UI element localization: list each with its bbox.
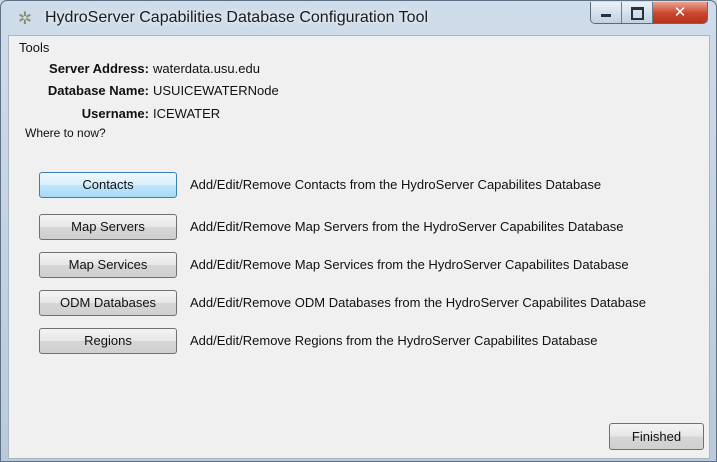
- server-address-label: Server Address:: [49, 61, 149, 76]
- database-name-label: Database Name:: [47, 83, 149, 98]
- username-value: ICEWATER: [153, 106, 221, 121]
- finished-button[interactable]: Finished: [609, 423, 704, 450]
- close-button[interactable]: ✕: [653, 2, 707, 23]
- maximize-button[interactable]: [622, 2, 653, 23]
- map-servers-button[interactable]: Map Servers: [39, 214, 177, 240]
- map-services-description: Add/Edit/Remove Map Services from the Hy…: [190, 257, 629, 272]
- regions-description: Add/Edit/Remove Regions from the HydroSe…: [190, 333, 598, 348]
- server-address-value: waterdata.usu.edu: [153, 61, 260, 76]
- menu-tools[interactable]: Tools: [19, 40, 49, 55]
- map-servers-description: Add/Edit/Remove Map Servers from the Hyd…: [190, 219, 624, 234]
- menu-bar: Tools: [9, 36, 709, 60]
- map-services-button[interactable]: Map Services: [39, 252, 177, 278]
- contacts-description: Add/Edit/Remove Contacts from the HydroS…: [190, 177, 602, 192]
- odm-databases-description: Add/Edit/Remove ODM Databases from the H…: [190, 295, 646, 310]
- minimize-icon: [601, 14, 611, 17]
- database-name-value: USUICEWATERNode: [153, 83, 279, 98]
- username-label: Username:: [81, 106, 149, 121]
- close-icon: ✕: [673, 4, 687, 21]
- minimize-button[interactable]: [591, 2, 622, 23]
- app-gear-icon: ✲: [17, 9, 33, 28]
- maximize-icon: [631, 7, 644, 20]
- contacts-button[interactable]: Contacts: [39, 172, 177, 198]
- regions-button[interactable]: Regions: [39, 328, 177, 354]
- odm-databases-button[interactable]: ODM Databases: [39, 290, 177, 316]
- client-area: Tools Server Address: waterdata.usu.edu …: [8, 35, 710, 459]
- window-controls: ✕: [590, 2, 708, 24]
- main-window: ✲ HydroServer Capabilities Database Conf…: [0, 0, 717, 462]
- window-title: HydroServer Capabilities Database Config…: [45, 9, 429, 26]
- title-bar[interactable]: ✲ HydroServer Capabilities Database Conf…: [1, 1, 716, 35]
- where-to-now-label: Where to now?: [25, 126, 106, 140]
